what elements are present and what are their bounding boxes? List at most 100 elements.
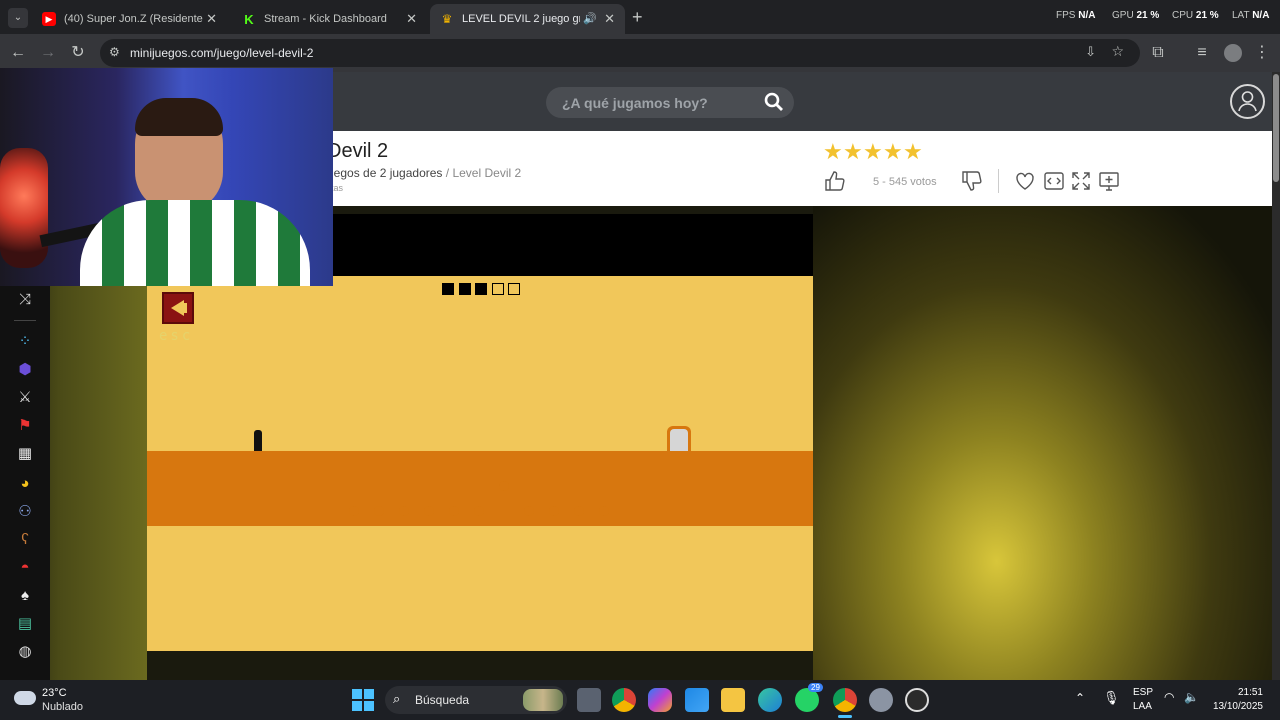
category-pacman-icon[interactable]: ◕ [15, 474, 35, 494]
thumbs-up-icon[interactable] [823, 169, 847, 193]
search-icon: ⌕ [393, 691, 401, 706]
extensions-icon[interactable]: ⧉ [1148, 43, 1168, 63]
category-sidebar: ⤨ ⁘ ⬢ ⚔ ⚑ ▦ ◕ ⚇ ʕ ◓ ♠ ▤ ◍ [0, 286, 50, 680]
add-to-screen-icon[interactable] [1097, 169, 1121, 193]
category-two-players-icon[interactable]: ⚇ [15, 502, 35, 522]
thumbs-down-icon[interactable] [960, 169, 984, 193]
taskbar-search-label: Búsqueda [415, 693, 470, 707]
star-icon[interactable]: ★ [903, 141, 923, 163]
obs-icon[interactable] [905, 688, 929, 712]
star-icon[interactable]: ★ [863, 141, 883, 163]
tab-title: LEVEL DEVIL 2 juego gratis o [462, 13, 580, 25]
volume-icon[interactable]: 🔈 [1184, 690, 1199, 704]
category-dots-icon[interactable]: ⁘ [15, 332, 35, 352]
weather-desc[interactable]: Nublado [42, 701, 83, 713]
settings-icon[interactable] [869, 688, 893, 712]
star-icon[interactable]: ★ [843, 141, 863, 163]
level-square-complete [442, 283, 454, 295]
door-panel [670, 429, 688, 451]
microphone-icon[interactable]: 🎙 [1103, 690, 1120, 706]
streamer-jersey [80, 200, 310, 286]
category-swords-icon[interactable]: ⚔ [15, 388, 35, 408]
page-scrollbar[interactable] [1272, 72, 1280, 680]
category-spade-icon[interactable]: ♠ [15, 586, 35, 606]
language-top[interactable]: ESP [1133, 687, 1153, 698]
search-highlight-image [523, 689, 563, 711]
category-puzzle-icon[interactable]: ⬢ [15, 360, 35, 380]
tab-strip: ⌄ ▶ (40) Super Jon.Z (Residente Cha ✕ K … [0, 0, 1280, 34]
search-icon[interactable] [764, 92, 784, 112]
media-control-icon[interactable]: ≡ [1192, 43, 1212, 63]
breadcrumb-category[interactable]: uegos de 2 jugadores [327, 166, 442, 180]
lat-readout: LAT N/A [1232, 10, 1270, 21]
forward-arrow-icon[interactable]: → [38, 43, 58, 63]
heart-icon[interactable] [1013, 169, 1037, 193]
star-icon[interactable]: ★ [883, 141, 903, 163]
bookmark-star-icon[interactable]: ☆ [1111, 43, 1124, 60]
game-sky [147, 276, 813, 451]
menu-kebab-icon[interactable]: ⋮ [1252, 43, 1272, 63]
close-icon[interactable]: ✕ [206, 11, 217, 27]
esc-label: esc [159, 328, 194, 344]
profile-avatar[interactable] [1224, 44, 1242, 62]
chrome-active-icon[interactable] [833, 688, 857, 712]
shuffle-icon[interactable]: ⤨ [15, 290, 35, 310]
close-icon[interactable]: ✕ [406, 11, 417, 27]
chrome-icon[interactable] [612, 688, 636, 712]
tab-level-devil[interactable]: ♛ LEVEL DEVIL 2 juego gratis o 🔊 ✕ [430, 4, 625, 34]
category-pokeball-icon[interactable]: ◓ [15, 558, 35, 578]
taskbar-search[interactable]: ⌕ Búsqueda [385, 686, 567, 714]
coin [399, 506, 409, 516]
category-cards-icon[interactable]: ▤ [15, 614, 35, 634]
language-bottom[interactable]: LAA [1133, 701, 1152, 712]
file-explorer-icon[interactable] [721, 688, 745, 712]
chevron-up-icon[interactable]: ⌃ [1075, 691, 1085, 705]
address-bar[interactable]: ⚙ minijuegos.com/juego/level-devil-2 ⇩ ☆ [100, 39, 1140, 67]
tab-search-button[interactable]: ⌄ [8, 8, 28, 28]
search-input[interactable]: ¿A qué jugamos hoy? [546, 87, 794, 118]
back-arrow-icon[interactable]: ← [8, 43, 28, 63]
category-bear-icon[interactable]: ʕ [15, 530, 35, 550]
wifi-icon[interactable]: ◠ [1164, 690, 1174, 704]
coin [549, 506, 559, 516]
reload-icon[interactable]: ↻ [68, 43, 88, 63]
copilot-icon[interactable] [648, 688, 672, 712]
active-app-indicator [838, 715, 852, 718]
gpu-readout: GPU 21 % [1112, 10, 1160, 21]
user-account-button[interactable] [1230, 84, 1265, 119]
url-text[interactable]: minijuegos.com/juego/level-devil-2 [130, 46, 313, 60]
category-ball-icon[interactable]: ◍ [15, 642, 35, 662]
close-icon[interactable]: ✕ [604, 11, 615, 27]
crown-icon: ♛ [441, 12, 453, 26]
store-icon[interactable] [685, 688, 709, 712]
task-view-icon[interactable] [577, 688, 601, 712]
embed-code-icon[interactable] [1042, 169, 1066, 193]
clock-date[interactable]: 13/10/2025 [1213, 701, 1263, 712]
speaker-icon[interactable]: 🔊 [583, 12, 597, 25]
streamer-hair [135, 98, 223, 136]
tab-kick[interactable]: K Stream - Kick Dashboard ✕ [232, 4, 427, 34]
tab-youtube[interactable]: ▶ (40) Super Jon.Z (Residente Cha ✕ [32, 4, 227, 34]
notification-badge: 29 [808, 683, 823, 692]
fullscreen-icon[interactable] [1069, 169, 1093, 193]
category-flag-icon[interactable]: ⚑ [15, 416, 35, 436]
scrollbar-thumb[interactable] [1273, 74, 1279, 182]
edge-icon[interactable] [758, 688, 782, 712]
install-app-icon[interactable]: ⇩ [1085, 44, 1096, 60]
breadcrumb: uegos de 2 jugadores / Level Devil 2 [327, 166, 522, 180]
webcam-overlay [0, 68, 333, 286]
whatsapp-icon[interactable]: 29 [795, 683, 823, 712]
windows-start-icon[interactable] [352, 689, 374, 711]
new-tab-button[interactable]: + [632, 7, 643, 28]
category-racing-flag-icon[interactable]: ▦ [15, 444, 35, 464]
coin [574, 506, 584, 516]
star-icon[interactable]: ★ [823, 141, 843, 163]
breadcrumb-current: Level Devil 2 [452, 166, 522, 180]
back-arrow-icon [171, 300, 187, 316]
clock-time[interactable]: 21:51 [1238, 687, 1263, 698]
site-info-icon[interactable]: ⚙ [109, 45, 120, 59]
exit-door [667, 426, 691, 451]
back-button[interactable] [162, 292, 194, 324]
weather-temp[interactable]: 23°C [42, 687, 67, 699]
votes-count: 5 - 545 votos [873, 176, 937, 188]
